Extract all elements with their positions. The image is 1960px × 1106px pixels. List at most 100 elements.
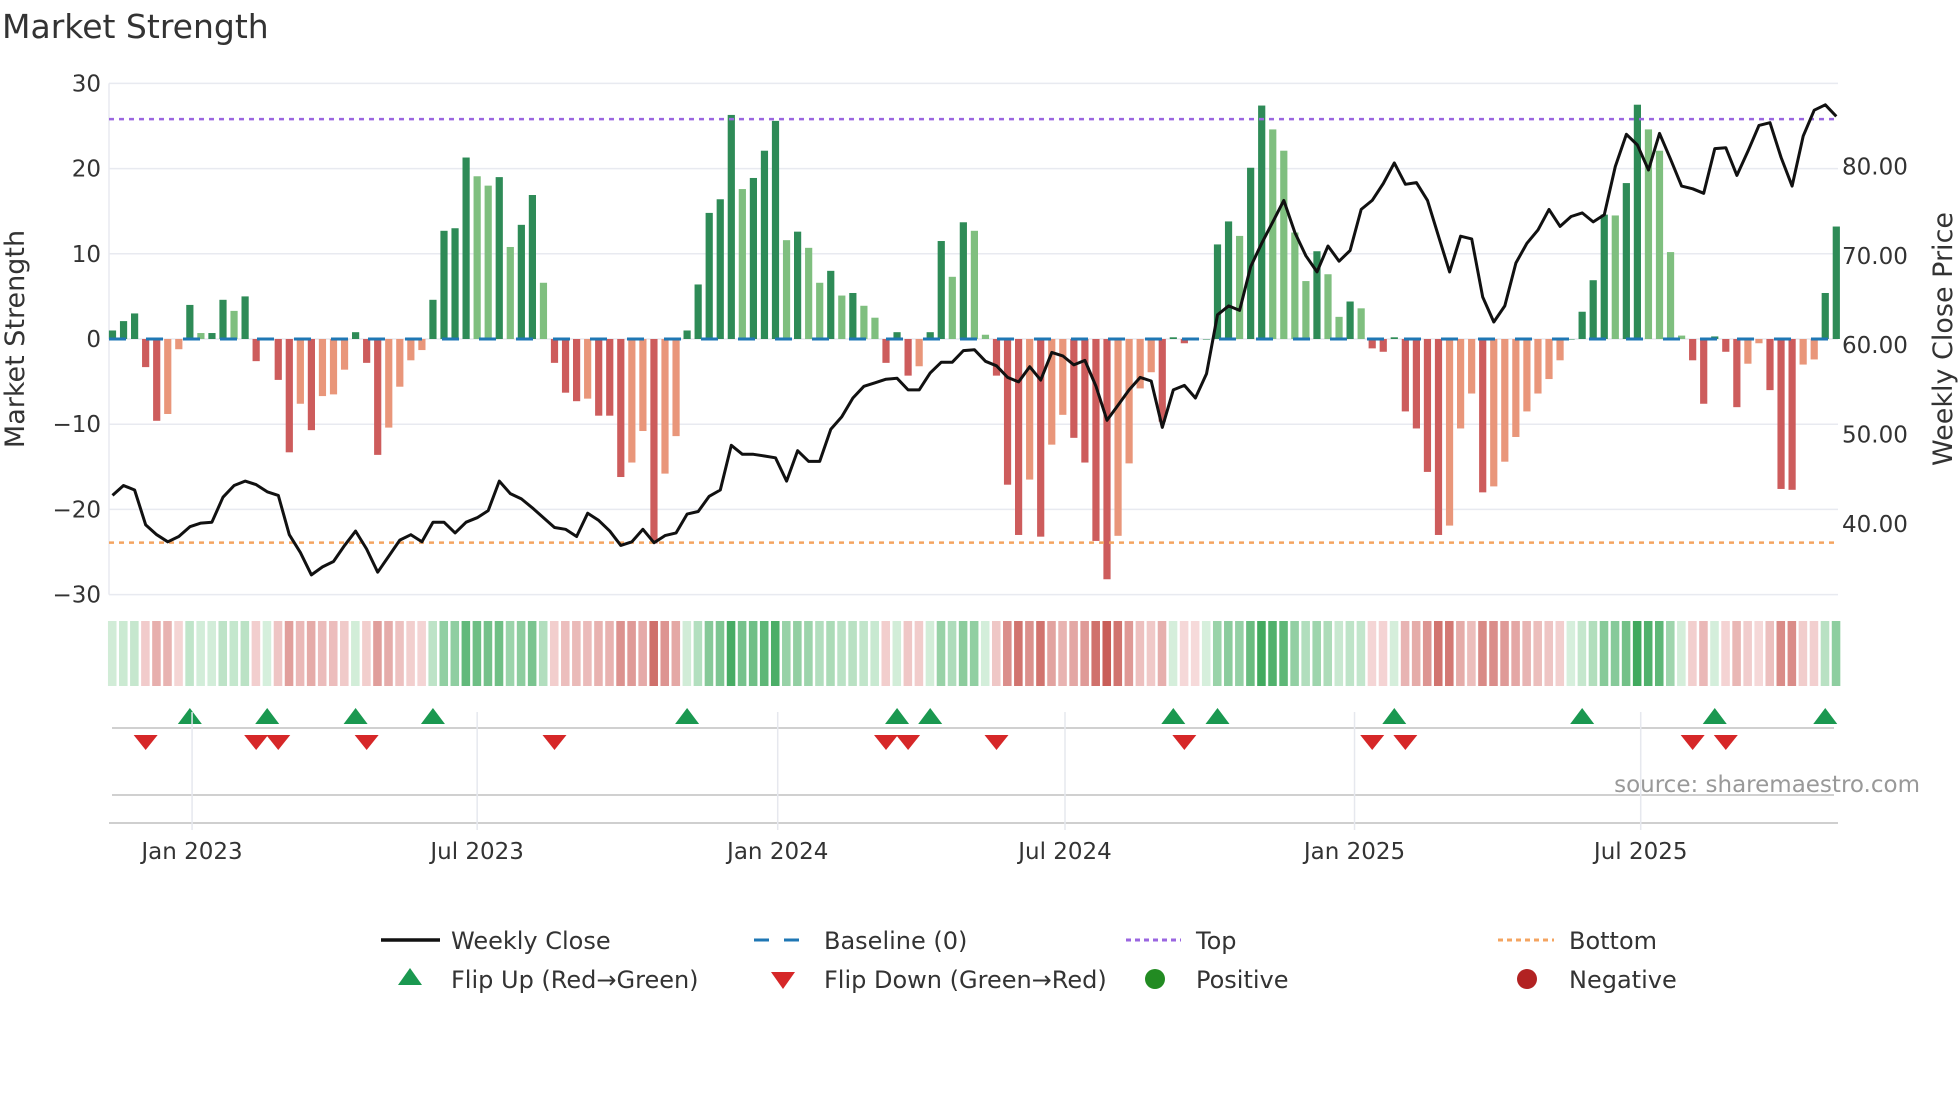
strength-bar xyxy=(1434,339,1443,535)
heatmap-cell xyxy=(1345,621,1355,686)
heatmap-cell xyxy=(1533,621,1542,686)
legend-label: Flip Down (Green→Red) xyxy=(824,966,1107,994)
strength-bar xyxy=(1280,150,1288,339)
heatmap-cell xyxy=(1677,621,1686,686)
heatmap-cell xyxy=(936,621,946,686)
heatmap-cell xyxy=(1389,621,1399,686)
strength-bar xyxy=(1600,214,1608,339)
strength-bar xyxy=(561,339,570,393)
strength-bar xyxy=(871,317,879,339)
strength-bar xyxy=(175,339,183,350)
heatmap-cell xyxy=(1334,621,1344,686)
heatmap-cell xyxy=(1754,621,1763,686)
strength-bar xyxy=(705,212,713,339)
strength-bar xyxy=(650,339,658,544)
strength-bar xyxy=(1788,339,1796,490)
strength-bar xyxy=(451,228,459,339)
heatmap-cell xyxy=(1235,621,1244,686)
strength-bar xyxy=(1700,339,1708,404)
heatmap-cell xyxy=(1666,621,1675,686)
positive-dot-icon xyxy=(1145,969,1165,989)
heatmap-cell xyxy=(1312,621,1321,686)
heatmap-cell xyxy=(218,621,228,686)
heatmap-cell xyxy=(340,621,349,686)
strength-bar xyxy=(628,339,636,463)
strength-bar xyxy=(904,339,912,376)
strength-bar xyxy=(1092,339,1100,541)
heatmap-cell xyxy=(1257,621,1266,686)
heatmap-cell xyxy=(693,621,703,686)
strength-bar xyxy=(1633,104,1641,339)
heatmap-cell xyxy=(1798,621,1808,686)
heatmap-cell xyxy=(1643,621,1653,686)
y2-tick-label: 40.00 xyxy=(1842,512,1908,538)
heatmap-cell xyxy=(1654,621,1664,686)
strength-bar xyxy=(584,339,592,399)
y2-tick-label: 80.00 xyxy=(1842,154,1908,180)
heatmap-cell xyxy=(726,621,736,686)
strength-bar xyxy=(738,189,746,339)
strength-bar xyxy=(1545,339,1553,380)
heatmap-cell xyxy=(1500,621,1509,686)
strength-bar xyxy=(318,339,327,397)
legend-label: Flip Up (Red→Green) xyxy=(451,966,699,994)
heatmap-cell xyxy=(1422,621,1432,686)
heatmap-cell xyxy=(870,621,879,686)
strength-bar xyxy=(1081,339,1089,463)
heatmap-cell xyxy=(1113,621,1123,686)
strength-bar xyxy=(396,339,404,387)
heatmap-cell xyxy=(1356,621,1366,686)
strength-bar xyxy=(252,339,260,362)
strength-bar xyxy=(1777,339,1785,489)
heatmap-cell xyxy=(1743,621,1752,686)
heatmap-cell xyxy=(538,621,548,686)
strength-bar xyxy=(517,224,525,339)
heatmap-cell xyxy=(428,621,437,686)
strength-bar xyxy=(1357,308,1365,339)
strength-bar xyxy=(1224,221,1233,339)
heatmap-cell xyxy=(969,621,979,686)
strength-bar xyxy=(694,284,702,339)
strength-bar xyxy=(1556,339,1564,361)
strength-bar xyxy=(760,150,769,339)
heatmap-cell xyxy=(527,621,537,686)
strength-bar xyxy=(528,195,536,339)
heatmap-cell xyxy=(1279,621,1288,686)
strength-bar xyxy=(340,339,349,370)
heatmap-cell xyxy=(163,621,172,686)
heatmap-cell xyxy=(351,621,360,686)
strength-bar xyxy=(1202,339,1211,340)
y-axis-title: Market Strength xyxy=(0,230,31,448)
heatmap-cell xyxy=(947,621,957,686)
strength-bar xyxy=(506,246,514,339)
heatmap-cell xyxy=(174,621,183,686)
strength-bar xyxy=(1766,339,1774,391)
market-strength-chart: Market Strength 30 20 10 0 −10 −20 −30 80.00 70.… xyxy=(0,0,1960,1102)
heatmap-cell xyxy=(1400,621,1410,686)
heatmap-cell xyxy=(737,621,747,686)
heatmap-cell xyxy=(185,621,194,686)
heatmap-cell xyxy=(715,621,725,686)
strength-bar xyxy=(241,296,249,339)
heatmap-cell xyxy=(572,621,581,686)
heatmap-cell xyxy=(1831,621,1841,686)
y2-tick-label: 70.00 xyxy=(1842,244,1908,270)
heatmap-cell xyxy=(1699,621,1708,686)
heatmap-cell xyxy=(384,621,393,686)
heatmap-cell xyxy=(262,621,272,686)
heatmap-cell xyxy=(1224,621,1233,686)
strength-bar xyxy=(595,339,603,416)
heatmap-cell xyxy=(450,621,460,686)
chart-title: Market Strength xyxy=(2,7,269,46)
strength-bar xyxy=(716,199,724,339)
heatmap-cell xyxy=(549,621,559,686)
y-tick-label: 20 xyxy=(72,157,101,183)
heatmap-cell xyxy=(583,621,592,686)
strength-bar xyxy=(1445,339,1454,526)
strength-heatmap-strip xyxy=(107,621,1841,686)
strength-bar xyxy=(495,177,503,339)
heatmap-cell xyxy=(417,621,426,686)
background xyxy=(0,0,1960,1102)
x-tick-label: Jul 2023 xyxy=(428,839,524,865)
strength-bar xyxy=(1125,339,1133,464)
